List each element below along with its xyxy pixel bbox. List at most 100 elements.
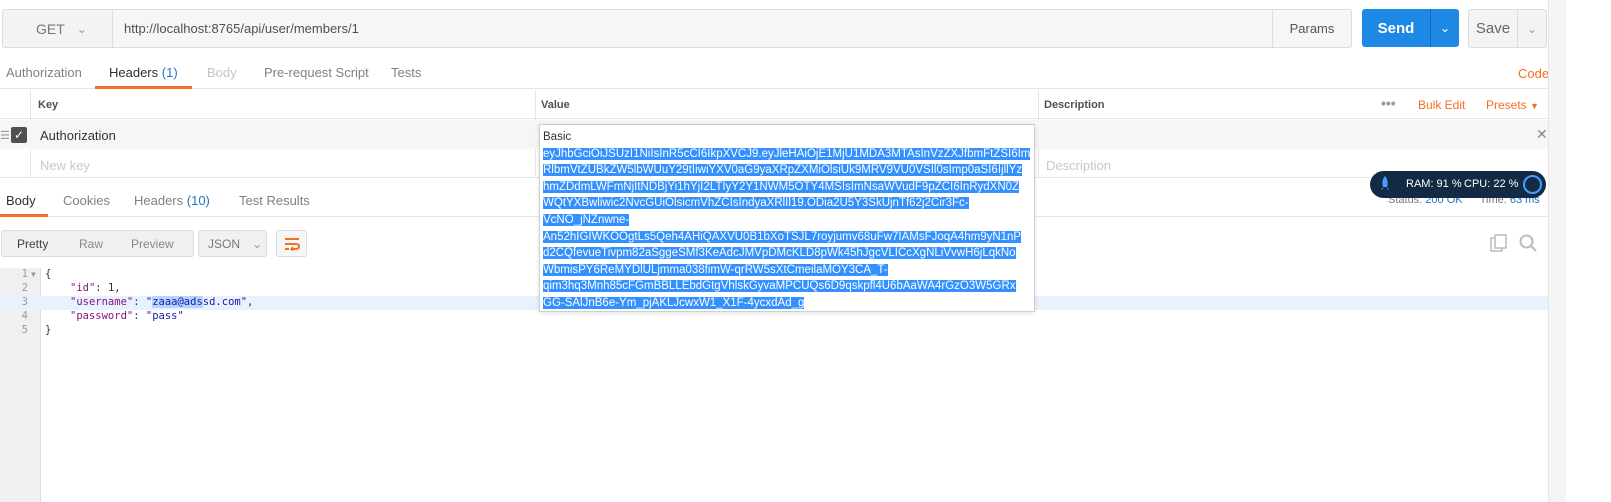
line-number: 1 [21,268,28,280]
token-line: VcNO_jNZnwne- [543,213,630,226]
tab-cookies[interactable]: Cookies [63,193,110,208]
code-text: "username": "zaaa@adssd.com", [70,296,253,308]
code-line: 4 "password": "pass" [0,310,1548,324]
code-text: "password": "pass" [70,310,184,322]
vertical-scrollbar[interactable] [1548,0,1566,502]
tab-prerequest-script[interactable]: Pre-request Script [264,65,369,80]
wrap-icon [284,237,300,251]
tab-headers-count: (1) [161,65,178,80]
pretty-button[interactable]: Pretty [17,237,48,251]
send-dropdown-button[interactable]: ⌄ [1430,9,1459,47]
line-number: 3 [21,296,28,308]
value-prefix: Basic [543,131,572,143]
token-text: eyJhbGciOiJSUzI1NiIsInR5cCI6IkpXVCJ9.eyJ… [543,146,1031,312]
format-select[interactable]: JSON ⌄ [198,230,267,257]
raw-button[interactable]: Raw [79,237,103,251]
tab-test-results[interactable]: Test Results [239,193,310,208]
chevron-down-icon: ⌄ [1526,21,1538,36]
headers-table-header: Key Value Description ••• Bulk Edit Pres… [0,90,1548,119]
code-text: { [45,268,52,280]
json-sep: : [133,296,146,308]
response-format-group: Pretty Raw Preview [1,230,194,257]
token-line: RlbmVtZUBkZW5lbWUuY29tIiwiYXV0aG9yaXRpZX… [543,164,1023,177]
code-text: "id": 1, [70,282,121,294]
active-tab-indicator [0,214,48,217]
header-key[interactable]: Authorization [40,128,116,143]
col-description: Description [1044,99,1105,111]
params-button[interactable]: Params [1272,9,1352,48]
line-number: 5 [21,324,28,336]
json-comma: , [114,282,121,294]
save-label: Save [1475,20,1511,37]
rocket-icon [1381,176,1389,190]
json-value-selected: zaaa@ads [152,296,203,308]
tab-headers[interactable]: Headers (1) [109,65,178,80]
preview-button[interactable]: Preview [131,237,174,251]
presets-label: Presets [1486,98,1527,112]
line-number: 4 [21,310,28,322]
presets-dropdown[interactable]: Presets ▼ [1486,98,1539,112]
tab-response-headers-count: (10) [186,193,210,208]
token-line: WbmisPY6ReMYDlULjmma038fimW-qrRW5sXtCmei… [543,263,888,276]
bulk-edit-link[interactable]: Bulk Edit [1418,98,1465,112]
code-link[interactable]: Code [1518,66,1549,81]
cpu-readout: CPU: 22 % [1464,178,1519,190]
search-icon[interactable] [1519,234,1537,255]
token-line: GG-SAlJnB6e-Ym_pjAKLJcwxW1_X1F-4ycxdAd_g [543,296,805,309]
line-number: 2 [21,282,28,294]
code-line: 5 } [0,324,1548,338]
drag-handle-icon[interactable]: ☰ [0,129,10,142]
json-key: "username" [70,296,134,308]
token-line: eyJhbGciOiJSUzI1NiIsInR5cCI6IkpXVCJ9.eyJ… [543,147,1031,160]
chevron-down-icon: ⌄ [76,21,87,36]
chevron-down-icon: ⌄ [1439,21,1451,35]
json-sep: : [133,310,146,322]
fold-arrow-icon[interactable]: ▼ [31,270,36,279]
chevron-down-icon: ⌄ [252,236,263,251]
token-line: An52hIGIWKOOgtLs5Qeh4AHiQAXVU0B1bXoTSJL7… [543,230,1022,243]
new-description-input[interactable]: Description [1046,158,1111,173]
send-button[interactable]: Send [1362,9,1430,47]
col-key: Key [38,99,59,111]
active-tab-indicator [95,86,192,89]
token-line: WQtYXBwliwic2NvcGUiOlsicmVhZCIsIndyaXRlI… [543,197,969,210]
more-options-icon[interactable]: ••• [1381,95,1396,111]
method-select[interactable]: GET ⌄ [2,9,113,48]
token-line: qim3hq3Mnh85cFGmBBLLEbdGtgVhlskGyvaMPCUQ… [543,280,1016,293]
send-label: Send [1377,19,1415,37]
tab-tests[interactable]: Tests [391,65,421,80]
url-input[interactable]: http://localhost:8765/api/user/members/1 [113,9,1273,48]
params-label: Params [1289,21,1335,36]
system-monitor-widget: RAM: 91 % CPU: 22 % [1370,171,1546,198]
speed-gauge-icon [1523,175,1542,194]
ram-readout: RAM: 91 % [1406,178,1462,190]
save-dropdown-button[interactable]: ⌄ [1517,9,1547,48]
token-line: d2CQfevueTivpm82aSggeSMf3KeAdcJMVpDMcKLD… [543,247,1016,260]
checkmark-icon: ✓ [13,128,25,142]
json-sep: : [95,282,108,294]
json-value: sd.com" [202,296,248,308]
code-text: } [45,324,52,336]
tab-body[interactable]: Body [207,65,237,80]
tab-response-headers[interactable]: Headers (10) [134,193,210,208]
tab-response-body[interactable]: Body [6,193,36,208]
tab-response-headers-label: Headers [134,193,184,208]
json-value: "pass" [145,310,184,322]
new-key-input[interactable]: New key [40,158,90,173]
method-label: GET [36,20,65,37]
caret-down-icon: ▼ [1530,101,1539,111]
url-text: http://localhost:8765/api/user/members/1 [124,21,359,36]
header-enabled-checkbox[interactable]: ✓ [11,127,27,143]
save-button[interactable]: Save [1468,9,1518,48]
wrap-lines-button[interactable] [276,230,307,257]
tab-authorization[interactable]: Authorization [6,65,82,80]
tab-headers-label: Headers [109,65,159,80]
header-value-editor-popup[interactable]: Basic eyJhbGciOiJSUzI1NiIsInR5cCI6IkpXVC… [539,124,1035,312]
token-line: hmZDdmLWFmNjItNDBjYi1hYjI2LTIyY2Y1NWM5OT… [543,180,1020,193]
json-comma: , [247,296,254,308]
request-tabs: Authorization Headers (1) Body Pre-reque… [0,58,1548,89]
copy-icon[interactable] [1490,234,1508,255]
close-icon[interactable]: ✕ [1536,126,1548,143]
json-key: "id" [70,282,96,294]
col-value: Value [541,99,570,111]
